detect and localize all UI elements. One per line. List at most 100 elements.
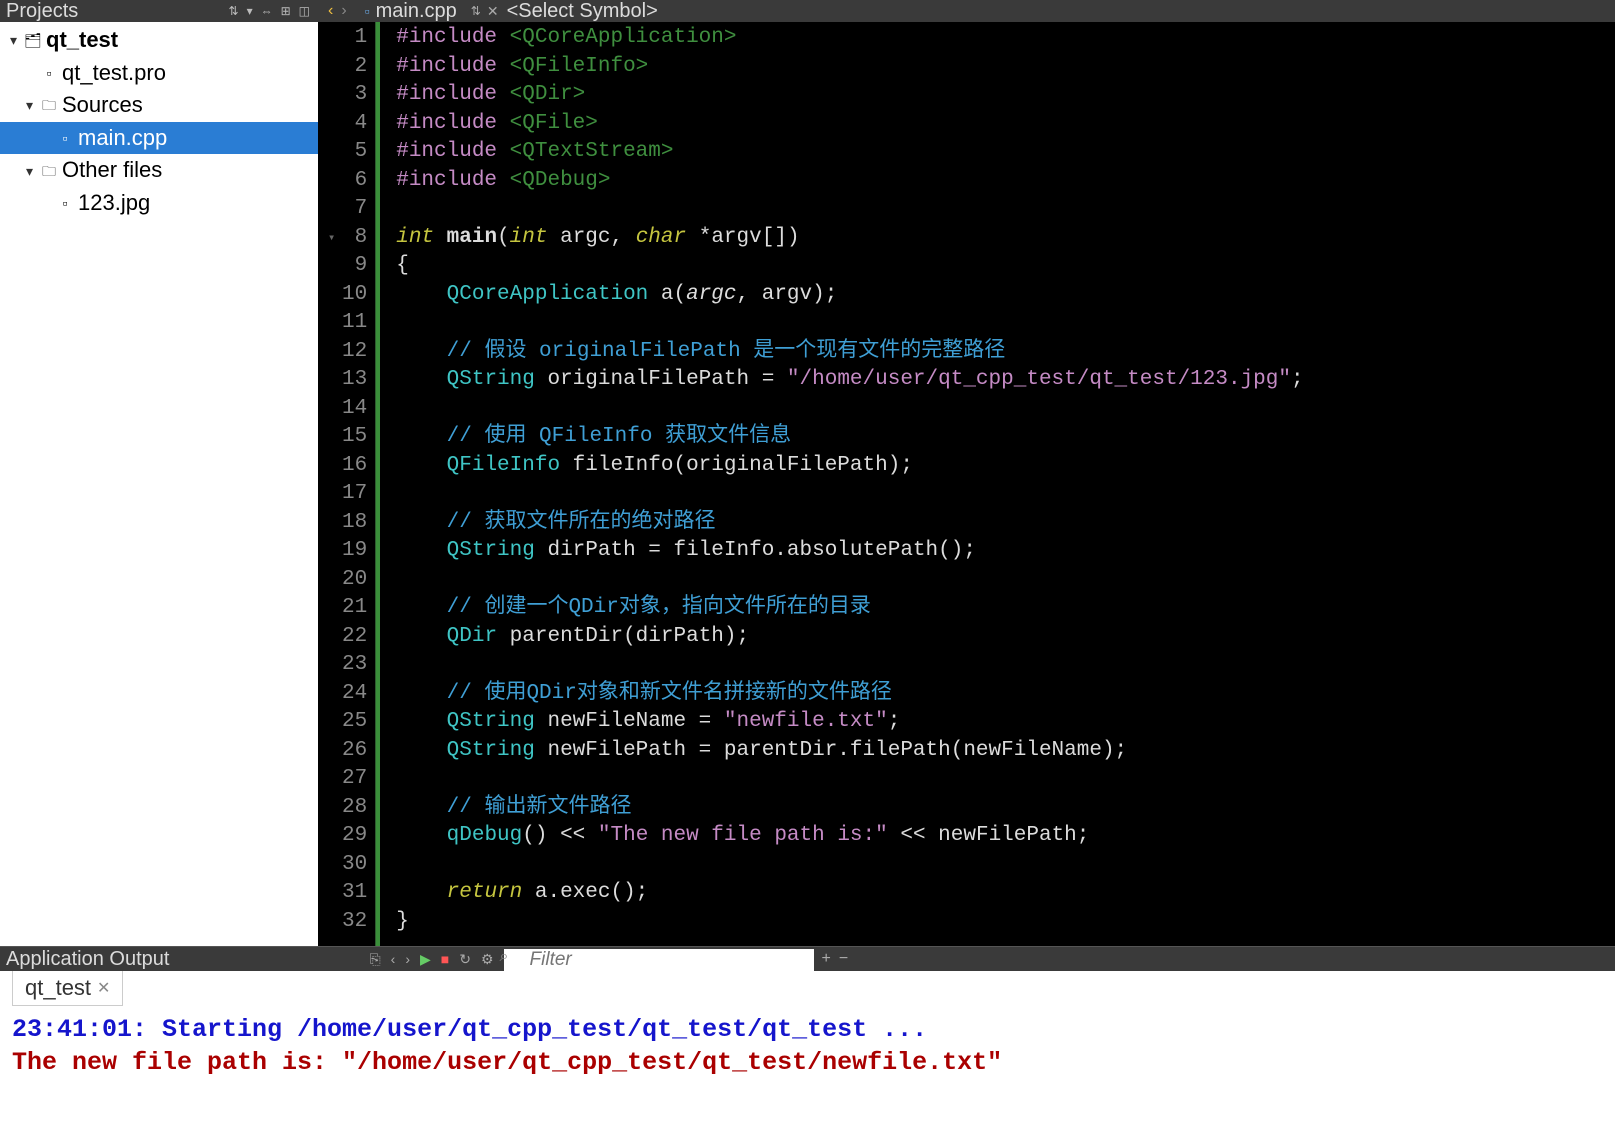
line-number[interactable]: 19	[342, 537, 367, 566]
editor-tab-main-cpp[interactable]: ▫ main.cpp	[357, 0, 465, 23]
code-line[interactable]: // 获取文件所在的绝对路径	[396, 509, 1303, 538]
expand-arrow-icon[interactable]: ▾	[26, 162, 40, 180]
nav-back-icon[interactable]: ‹	[328, 2, 333, 20]
code-line[interactable]: int main(int argc, char *argv[])	[396, 224, 1303, 253]
output-filter-input[interactable]	[504, 949, 814, 971]
tree-label: Other files	[62, 156, 162, 185]
line-number[interactable]: 5	[342, 138, 367, 167]
line-number[interactable]: 27	[342, 765, 367, 794]
code-line[interactable]	[396, 309, 1303, 338]
line-number[interactable]: 25	[342, 708, 367, 737]
output-attach-icon[interactable]: ⎘	[369, 951, 380, 968]
code-line[interactable]: // 使用 QFileInfo 获取文件信息	[396, 423, 1303, 452]
code-line[interactable]	[396, 765, 1303, 794]
code-editor[interactable]: 1234567891011121314151617181920212223242…	[318, 22, 1615, 946]
code-line[interactable]: #include <QDebug>	[396, 167, 1303, 196]
code-line[interactable]: qDebug() << "The new file path is:" << n…	[396, 822, 1303, 851]
line-number[interactable]: 11	[342, 309, 367, 338]
line-number[interactable]: 18	[342, 509, 367, 538]
code-content[interactable]: #include <QCoreApplication>#include <QFi…	[388, 22, 1303, 946]
code-line[interactable]: QFileInfo fileInfo(originalFilePath);	[396, 452, 1303, 481]
line-number[interactable]: 12	[342, 338, 367, 367]
code-line[interactable]: // 假设 originalFilePath 是一个现有文件的完整路径	[396, 338, 1303, 367]
projects-filter-icon[interactable]: ▾	[245, 4, 255, 18]
output-next-icon[interactable]: ›	[405, 951, 410, 967]
code-line[interactable]: #include <QFileInfo>	[396, 53, 1303, 82]
line-number[interactable]: 6	[342, 167, 367, 196]
code-line[interactable]: #include <QTextStream>	[396, 138, 1303, 167]
line-number[interactable]: 21	[342, 594, 367, 623]
code-line[interactable]	[396, 480, 1303, 509]
code-line[interactable]: QDir parentDir(dirPath);	[396, 623, 1303, 652]
code-line[interactable]: return a.exec();	[396, 879, 1303, 908]
line-number[interactable]: 31	[342, 879, 367, 908]
line-number[interactable]: 7	[342, 195, 367, 224]
line-number[interactable]: 9	[342, 252, 367, 281]
code-line[interactable]	[396, 566, 1303, 595]
line-number[interactable]: 20	[342, 566, 367, 595]
tree-project-root[interactable]: ▾ 🗂 qt_test	[0, 24, 318, 57]
line-number[interactable]: 17	[342, 480, 367, 509]
code-line[interactable]	[396, 195, 1303, 224]
output-run-icon[interactable]: ▶	[420, 951, 431, 968]
line-number[interactable]: 28	[342, 794, 367, 823]
code-line[interactable]	[396, 651, 1303, 680]
output-zoom-in-icon[interactable]: +	[822, 950, 831, 968]
tree-image-file[interactable]: ▫ 123.jpg	[0, 187, 318, 220]
output-rerun-icon[interactable]: ↻	[459, 951, 471, 968]
projects-link-icon[interactable]: ⇔	[259, 4, 275, 18]
code-line[interactable]: #include <QCoreApplication>	[396, 24, 1303, 53]
line-number[interactable]: 2	[342, 53, 367, 82]
code-line[interactable]: QString newFileName = "newfile.txt";	[396, 708, 1303, 737]
line-number[interactable]: 24	[342, 680, 367, 709]
line-number[interactable]: 32	[342, 908, 367, 937]
expand-arrow-icon[interactable]: ▾	[10, 31, 24, 49]
line-number[interactable]: 13	[342, 366, 367, 395]
output-tab-qt-test[interactable]: qt_test ✕	[12, 971, 123, 1006]
output-tab-close-icon[interactable]: ✕	[97, 978, 110, 998]
tree-main-cpp[interactable]: ▫ main.cpp	[0, 122, 318, 155]
output-console[interactable]: 23:41:01: Starting /home/user/qt_cpp_tes…	[0, 1006, 1615, 1146]
code-line[interactable]: #include <QDir>	[396, 81, 1303, 110]
line-number[interactable]: 14	[342, 395, 367, 424]
line-number[interactable]: 1	[342, 24, 367, 53]
line-number[interactable]: 4	[342, 110, 367, 139]
code-line[interactable]: QCoreApplication a(argc, argv);	[396, 281, 1303, 310]
code-line[interactable]: }	[396, 908, 1303, 937]
tree-other-files-folder[interactable]: ▾ 🗀 Other files	[0, 154, 318, 187]
line-number[interactable]: 16	[342, 452, 367, 481]
projects-split-icon[interactable]: ◫	[297, 4, 312, 18]
line-number[interactable]: 29	[342, 822, 367, 851]
tree-sources-folder[interactable]: ▾ 🗀 Sources	[0, 89, 318, 122]
tab-close-icon[interactable]: ✕	[487, 3, 499, 20]
line-number[interactable]: 3	[342, 81, 367, 110]
line-number[interactable]: 26	[342, 737, 367, 766]
projects-expand-icon[interactable]: ⊞	[279, 4, 293, 18]
code-line[interactable]: QString dirPath = fileInfo.absolutePath(…	[396, 537, 1303, 566]
code-line[interactable]: QString newFilePath = parentDir.filePath…	[396, 737, 1303, 766]
tree-pro-file[interactable]: ▫ qt_test.pro	[0, 57, 318, 90]
code-line[interactable]	[396, 851, 1303, 880]
output-prev-icon[interactable]: ‹	[391, 951, 396, 967]
expand-arrow-icon[interactable]: ▾	[26, 96, 40, 114]
code-line[interactable]: {	[396, 252, 1303, 281]
code-line[interactable]	[396, 395, 1303, 424]
projects-sort-icon[interactable]: ⇅	[227, 4, 241, 18]
line-number[interactable]: 8	[342, 224, 367, 253]
code-line[interactable]: // 输出新文件路径	[396, 794, 1303, 823]
code-line[interactable]: // 使用QDir对象和新文件名拼接新的文件路径	[396, 680, 1303, 709]
line-number[interactable]: 30	[342, 851, 367, 880]
line-number[interactable]: 10	[342, 281, 367, 310]
symbol-selector-dropdown[interactable]: <Select Symbol>	[499, 0, 1615, 23]
code-line[interactable]: #include <QFile>	[396, 110, 1303, 139]
tab-dropdown-icon[interactable]: ⇅	[465, 4, 487, 18]
code-line[interactable]: QString originalFilePath = "/home/user/q…	[396, 366, 1303, 395]
line-number[interactable]: 23	[342, 651, 367, 680]
code-line[interactable]: // 创建一个QDir对象，指向文件所在的目录	[396, 594, 1303, 623]
line-number[interactable]: 22	[342, 623, 367, 652]
nav-forward-icon[interactable]: ›	[341, 2, 346, 20]
output-settings-icon[interactable]: ⚙	[481, 951, 494, 968]
line-number[interactable]: 15	[342, 423, 367, 452]
output-zoom-out-icon[interactable]: −	[839, 950, 848, 968]
output-stop-icon[interactable]: ■	[441, 951, 449, 967]
